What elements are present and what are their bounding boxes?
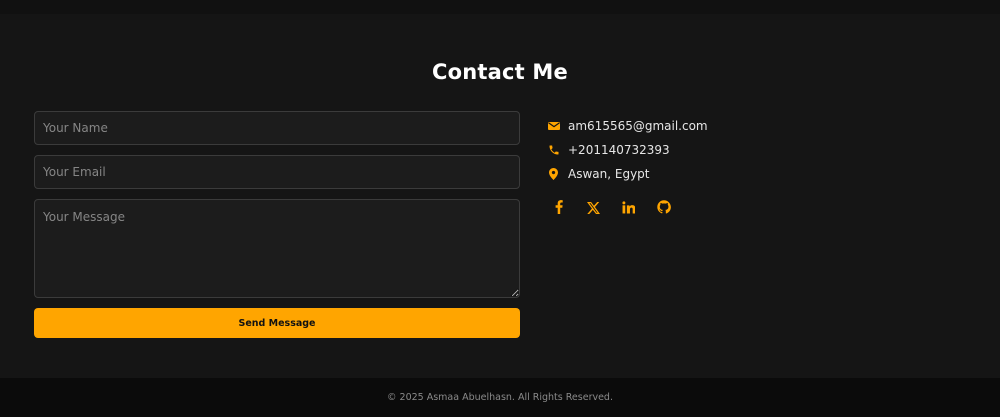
top-bar — [0, 0, 1000, 14]
footer: © 2025 Asmaa Abuelhasn. All Rights Reser… — [0, 378, 1000, 417]
section-title: Contact Me — [432, 60, 568, 84]
facebook-link[interactable] — [548, 199, 570, 217]
contact-section: Contact Me Send Message am615565@gmail.c… — [0, 14, 1000, 378]
linkedin-icon — [621, 199, 635, 218]
contact-phone-row: +201140732393 — [547, 142, 670, 158]
linkedin-link[interactable] — [617, 199, 639, 217]
send-message-button[interactable]: Send Message — [34, 308, 520, 338]
x-link[interactable] — [582, 199, 604, 217]
contact-email-text: am615565@gmail.com — [568, 119, 708, 133]
email-input[interactable] — [34, 155, 520, 189]
envelope-icon — [547, 120, 560, 133]
contact-location-row: Aswan, Egypt — [547, 166, 650, 182]
contact-location-text: Aswan, Egypt — [568, 167, 650, 181]
map-pin-icon — [547, 168, 560, 181]
name-input[interactable] — [34, 111, 520, 145]
phone-icon — [547, 144, 560, 157]
message-textarea[interactable] — [34, 199, 520, 298]
x-icon — [586, 199, 600, 218]
facebook-icon — [555, 199, 563, 218]
github-icon — [657, 199, 671, 218]
contact-email-row: am615565@gmail.com — [547, 118, 708, 134]
copyright-text: © 2025 Asmaa Abuelhasn. All Rights Reser… — [387, 392, 613, 403]
contact-phone-text: +201140732393 — [568, 143, 670, 157]
github-link[interactable] — [653, 199, 675, 217]
